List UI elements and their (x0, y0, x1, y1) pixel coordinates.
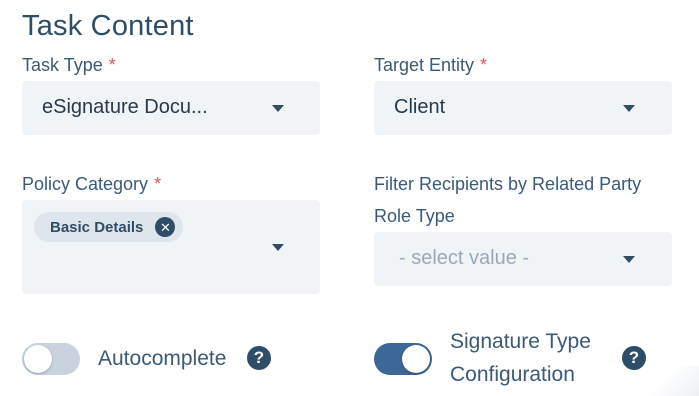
signature-type-label-line1: Signature Type (450, 330, 591, 353)
close-icon[interactable]: ✕ (155, 217, 176, 237)
autocomplete-label: Autocomplete (98, 347, 227, 370)
filter-recipients-label-line1: Filter Recipients by Related Party (374, 174, 642, 194)
chevron-down-icon (623, 256, 635, 263)
chevron-down-icon (272, 244, 284, 251)
task-type-label-text: Task Type (22, 55, 103, 75)
target-entity-value: Client (394, 96, 446, 118)
toggle-knob (402, 345, 430, 373)
chevron-down-icon (272, 105, 284, 112)
task-type-value: eSignature Docu... (42, 96, 208, 118)
help-icon[interactable]: ? (247, 346, 271, 370)
section-title: Task Content (22, 10, 194, 42)
chevron-down-icon (623, 105, 635, 112)
target-entity-label: Target Entity * (374, 55, 487, 76)
signature-type-label-line2: Configuration (450, 363, 575, 386)
target-entity-label-text: Target Entity (374, 55, 475, 75)
required-marker: * (480, 55, 488, 75)
autocomplete-toggle[interactable] (22, 343, 80, 375)
filter-recipients-placeholder: - select value - (399, 247, 530, 269)
target-entity-select[interactable]: Client (374, 81, 672, 135)
required-marker: * (154, 174, 162, 194)
policy-category-label-text: Policy Category (22, 174, 149, 194)
policy-category-multiselect[interactable]: Basic Details ✕ (22, 200, 320, 294)
toggle-knob (24, 345, 52, 373)
task-type-label: Task Type * (22, 55, 116, 76)
required-marker: * (108, 55, 116, 75)
filter-recipients-label-line2: Role Type (374, 206, 455, 226)
signature-type-toggle[interactable] (374, 343, 432, 375)
corner-shadow (639, 366, 699, 396)
task-type-select[interactable]: eSignature Docu... (22, 81, 320, 135)
filter-recipients-select[interactable]: - select value - (374, 232, 672, 286)
policy-category-label: Policy Category * (22, 174, 161, 195)
chip-label: Basic Details (50, 218, 144, 236)
selected-chip: Basic Details ✕ (34, 212, 184, 242)
